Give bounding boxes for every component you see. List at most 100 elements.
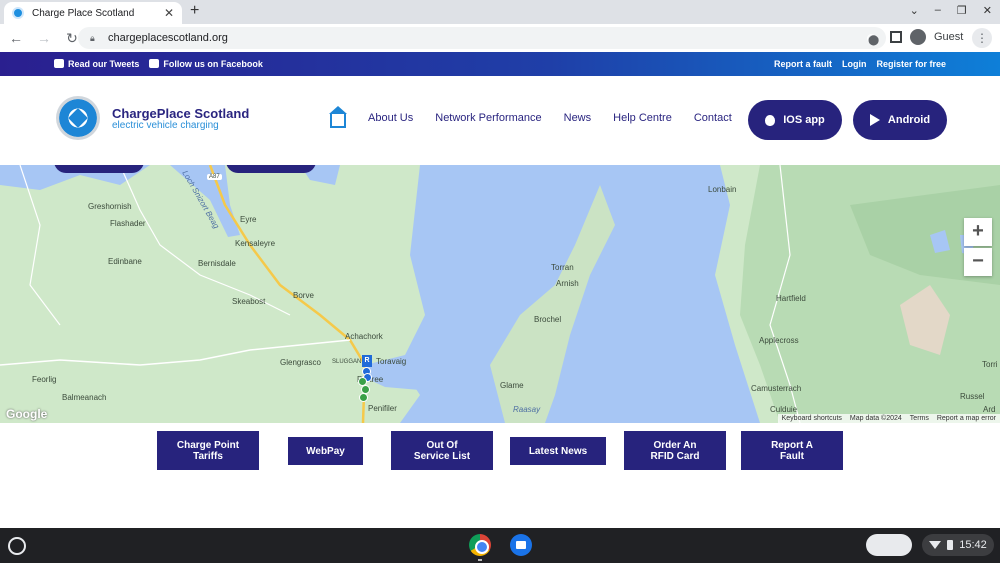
tariffs-button[interactable]: Charge Point Tariffs	[157, 431, 259, 470]
map-label: Culduie	[770, 405, 798, 414]
tweets-label: Read our Tweets	[68, 59, 140, 69]
brand-logo-icon[interactable]	[56, 96, 100, 140]
nav-contact[interactable]: Contact	[694, 112, 732, 128]
map-label: Edinbane	[108, 257, 142, 266]
charge-point-marker[interactable]: R	[362, 355, 372, 367]
google-logo: Google	[6, 407, 48, 421]
facebook-label: Follow us on Facebook	[163, 59, 263, 69]
map-label: Feorlig	[32, 375, 57, 384]
social-bar: Read our Tweets Follow us on Facebook Re…	[0, 52, 1000, 76]
battery-icon	[947, 540, 954, 550]
map-label: Torran	[551, 263, 574, 272]
twitter-icon	[54, 59, 64, 68]
map-label: Torri	[982, 360, 998, 369]
status-tray[interactable]: 15:42	[922, 534, 994, 556]
brand-tagline: electric vehicle charging	[112, 120, 219, 131]
report-fault-button[interactable]: Report A Fault	[741, 431, 843, 470]
map-label: Borve	[293, 291, 314, 300]
holding-space-icon[interactable]	[866, 534, 912, 556]
nav-help-centre[interactable]: Help Centre	[613, 112, 672, 128]
profile-avatar-icon[interactable]	[910, 29, 926, 45]
quick-links: Charge Point Tariffs WebPay Out Of Service…	[0, 431, 1000, 471]
report-map-error-link[interactable]: Report a map error	[937, 415, 996, 422]
map-label: Eyre	[240, 215, 257, 224]
launcher-icon[interactable]	[8, 537, 26, 555]
close-window-icon[interactable]: ✕	[983, 4, 992, 17]
zoom-out-button[interactable]: −	[964, 248, 992, 276]
apple-icon	[765, 114, 776, 126]
side-panel-icon[interactable]	[890, 31, 902, 43]
map-label: SLUGGAN	[332, 359, 362, 365]
map-label: Glengrasco	[280, 358, 321, 367]
button-line: Order An	[653, 439, 697, 451]
report-fault-link[interactable]: Report a fault	[774, 59, 832, 69]
map-label: A87	[207, 174, 222, 180]
out-of-service-button[interactable]: Out Of Service List	[391, 431, 493, 470]
tweets-link[interactable]: Read our Tweets	[54, 59, 139, 69]
chrome-app-icon[interactable]	[469, 534, 491, 556]
map-label: Kensaleyre	[235, 239, 276, 248]
address-bar[interactable]: 🔒︎ chargeplacescotland.org ⬤	[78, 27, 886, 49]
browser-tab[interactable]: Charge Place Scotland ✕	[4, 2, 182, 24]
button-line: Tariffs	[193, 450, 223, 462]
login-link[interactable]: Login	[842, 59, 867, 69]
forward-icon[interactable]: →	[32, 30, 56, 46]
restore-icon[interactable]: ❐	[957, 4, 967, 17]
close-tab-icon[interactable]: ✕	[164, 6, 174, 20]
charge-point-map[interactable]: A87 Loch Snizort Beag Lonbain Greshornis…	[0, 165, 1000, 423]
files-app-icon[interactable]	[510, 534, 532, 556]
profile-name[interactable]: Guest	[934, 31, 963, 43]
zoom-in-button[interactable]: +	[964, 218, 992, 246]
clock-time: 15:42	[959, 539, 987, 551]
map-label: Russel	[960, 392, 985, 401]
latest-news-button[interactable]: Latest News	[510, 437, 606, 465]
map-label: Flashader	[110, 219, 146, 228]
ios-app-label: IOS app	[783, 114, 825, 126]
register-link[interactable]: Register for free	[876, 59, 946, 69]
map-overlay-tab	[226, 165, 316, 173]
nav-news[interactable]: News	[564, 112, 592, 128]
browser-tab-strip: Charge Place Scotland ✕ + ⌄ – ❐ ✕	[0, 0, 1000, 24]
button-line: Out Of	[426, 439, 458, 451]
window-controls: ⌄ – ❐ ✕	[910, 4, 992, 17]
terms-link[interactable]: Terms	[910, 415, 929, 422]
back-icon[interactable]: ←	[4, 30, 28, 46]
android-app-button[interactable]: Android	[853, 100, 947, 140]
toolbar-right: Guest	[890, 29, 963, 45]
minimize-icon[interactable]: –	[935, 4, 941, 17]
button-line: RFID Card	[650, 450, 700, 462]
button-line: Fault	[780, 450, 804, 462]
site-favicon-icon	[12, 7, 24, 19]
map-label: Arnish	[556, 279, 579, 288]
ios-app-button[interactable]: IOS app	[748, 100, 842, 140]
nav-network-performance[interactable]: Network Performance	[435, 112, 541, 128]
tab-search-icon[interactable]: ⌄	[910, 4, 919, 17]
wifi-icon	[929, 541, 942, 549]
charge-point-marker[interactable]	[359, 393, 368, 402]
map-label: Lonbain	[708, 185, 737, 194]
android-app-label: Android	[887, 114, 931, 126]
url-text: chargeplacescotland.org	[108, 32, 228, 44]
brand-name[interactable]: ChargePlace Scotland	[112, 106, 249, 121]
main-nav: About Us Network Performance News Help C…	[329, 106, 732, 128]
tab-title: Charge Place Scotland	[32, 7, 135, 19]
menu-icon[interactable]: ⋮	[972, 28, 992, 48]
rfid-card-button[interactable]: Order An RFID Card	[624, 431, 726, 470]
map-label: Achachork	[345, 332, 383, 341]
new-tab-icon[interactable]: +	[190, 2, 199, 20]
map-label: Bernisdale	[198, 259, 236, 268]
map-label: Toravaig	[376, 357, 407, 366]
map-attribution: Keyboard shortcuts Map data ©2024 Terms …	[777, 414, 1000, 423]
webpay-button[interactable]: WebPay	[288, 437, 363, 465]
map-data-text: Map data ©2024	[849, 415, 902, 422]
facebook-link[interactable]: Follow us on Facebook	[149, 59, 263, 69]
location-icon[interactable]: ⬤	[867, 33, 879, 46]
map-overlay-tab	[54, 165, 144, 173]
nav-about-us[interactable]: About Us	[368, 112, 413, 128]
running-indicator	[478, 559, 482, 561]
site-header: ChargePlace Scotland electric vehicle ch…	[0, 76, 1000, 165]
keyboard-shortcuts-link[interactable]: Keyboard shortcuts	[782, 415, 842, 422]
button-line: WebPay	[306, 445, 345, 457]
home-icon[interactable]	[329, 106, 347, 128]
map-label: Penifiler	[368, 404, 397, 413]
